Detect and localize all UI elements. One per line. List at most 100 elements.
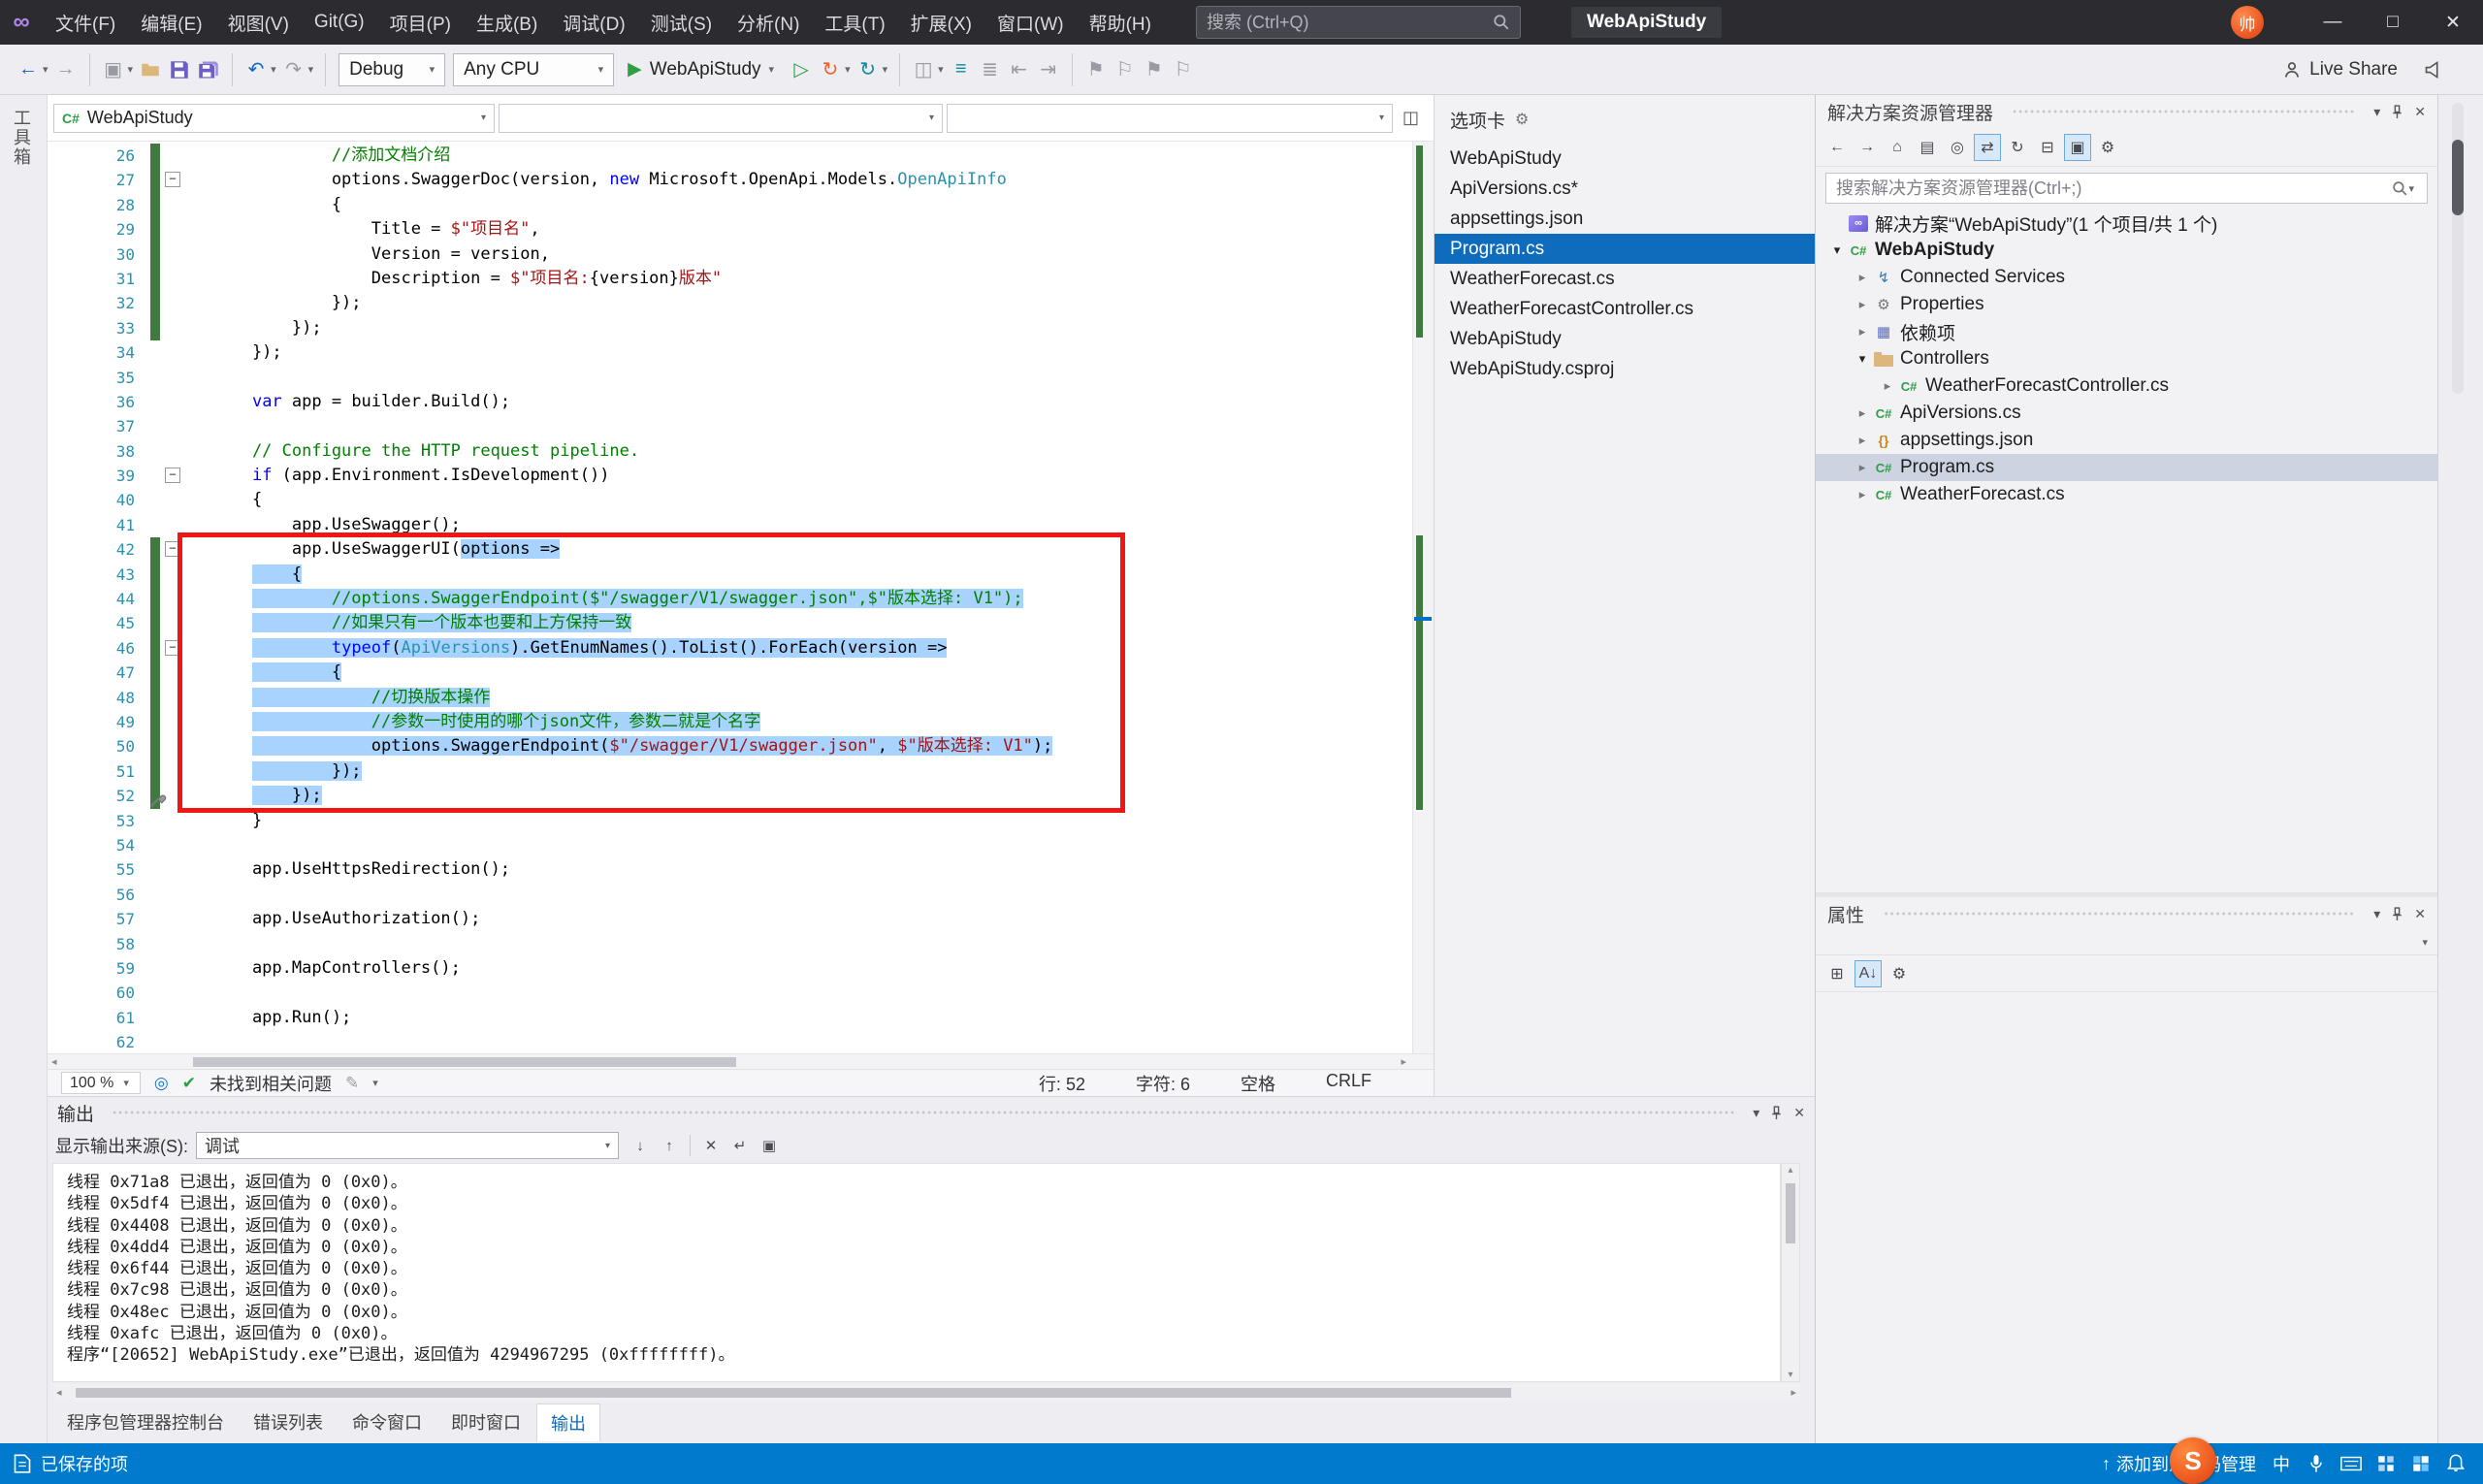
- code-line[interactable]: 42− app.UseSwaggerUI(options =>: [48, 537, 1434, 562]
- code-line[interactable]: 55 app.UseHttpsRedirection();: [48, 857, 1434, 882]
- chevron-down-icon[interactable]: ▾: [1753, 1105, 1759, 1121]
- quick-search-box[interactable]: [1196, 6, 1521, 39]
- quick-actions-icon[interactable]: [148, 790, 168, 814]
- code-line[interactable]: 34 });: [48, 340, 1434, 365]
- solution-configuration-dropdown[interactable]: Debug ▾: [339, 53, 445, 86]
- alphabetical-icon[interactable]: A↓: [1854, 960, 1882, 987]
- touch-keyboard-icon[interactable]: [2369, 1443, 2403, 1484]
- zoom-dropdown[interactable]: 100 % ▾: [61, 1072, 141, 1094]
- expanded-arrow-icon[interactable]: ▾: [1825, 242, 1849, 258]
- toggle-output-icon[interactable]: ▣: [756, 1133, 783, 1158]
- chevron-down-icon[interactable]: ▾: [2373, 104, 2380, 120]
- tool-window-tab[interactable]: 即时窗口: [437, 1403, 534, 1440]
- project-dropdown[interactable]: C# WebApiStudy ▾: [53, 104, 495, 133]
- document-tab[interactable]: appsettings.json: [1435, 204, 1815, 234]
- code-line[interactable]: 62: [48, 1030, 1434, 1053]
- fold-collapse-icon[interactable]: −: [165, 172, 180, 187]
- scroll-right-icon[interactable]: ▸: [1401, 1054, 1406, 1070]
- tree-item[interactable]: ▸▦依赖项: [1816, 318, 2437, 345]
- refresh-icon[interactable]: ↻: [2004, 134, 2031, 161]
- uncomment-button[interactable]: ≣: [976, 52, 1005, 87]
- properties-icon[interactable]: ⚙: [2094, 134, 2121, 161]
- word-wrap-icon[interactable]: ↵: [726, 1133, 754, 1158]
- pending-changes-filter-icon[interactable]: ◎: [1944, 134, 1971, 161]
- clear-all-icon[interactable]: ✕: [697, 1133, 725, 1158]
- tree-item[interactable]: ∞解决方案“WebApiStudy”(1 个项目/共 1 个): [1816, 210, 2437, 237]
- code-line[interactable]: 47 {: [48, 661, 1434, 685]
- output-vertical-scrollbar[interactable]: ▴ ▾: [1781, 1163, 1800, 1382]
- menu-item[interactable]: 生成(B): [464, 0, 550, 45]
- problems-status[interactable]: 未找到相关问题: [210, 1071, 332, 1096]
- hot-reload-button[interactable]: ↻: [816, 52, 845, 87]
- user-avatar[interactable]: 帅: [2231, 6, 2264, 39]
- switch-views-icon[interactable]: ▤: [1914, 134, 1941, 161]
- document-tab[interactable]: WebApiStudy: [1435, 324, 1815, 354]
- document-tab[interactable]: Program.cs: [1435, 234, 1815, 264]
- close-button[interactable]: ✕: [2423, 0, 2483, 45]
- code-editor[interactable]: 26 //添加文档介绍27− options.SwaggerDoc(versio…: [48, 142, 1434, 1053]
- keyboard-icon[interactable]: [2334, 1443, 2369, 1484]
- eol-indicator[interactable]: CRLF: [1326, 1071, 1371, 1096]
- close-icon[interactable]: ✕: [2414, 104, 2426, 120]
- collapsed-arrow-icon[interactable]: ▸: [1851, 460, 1874, 475]
- menu-item[interactable]: 工具(T): [812, 0, 897, 45]
- column-indicator[interactable]: 字符: 6: [1136, 1071, 1190, 1096]
- output-horizontal-scrollbar[interactable]: ◂ ▸: [52, 1384, 1800, 1402]
- member-dropdown[interactable]: ▾: [947, 104, 1393, 133]
- code-cleanup-icon[interactable]: ✎: [345, 1074, 359, 1093]
- restart-button[interactable]: ↻: [854, 52, 883, 87]
- back-dropdown-icon[interactable]: ▾: [43, 63, 48, 76]
- code-line[interactable]: 35: [48, 366, 1434, 390]
- scrollbar-thumb[interactable]: [1786, 1183, 1795, 1243]
- menu-item[interactable]: 窗口(W): [984, 0, 1077, 45]
- code-line[interactable]: 48 //切换版本操作: [48, 686, 1434, 710]
- collapse-all-icon[interactable]: ⊟: [2034, 134, 2061, 161]
- save-status[interactable]: 已保存的项: [0, 1451, 128, 1476]
- minimize-button[interactable]: —: [2303, 0, 2363, 45]
- ime-indicator[interactable]: 中: [2264, 1443, 2299, 1484]
- output-header[interactable]: 输出 ▾ ✕: [48, 1097, 1815, 1128]
- solution-platform-dropdown[interactable]: Any CPU ▾: [453, 53, 614, 86]
- scroll-down-icon[interactable]: ▾: [1782, 1370, 1799, 1380]
- expanded-arrow-icon[interactable]: ▾: [1851, 351, 1874, 367]
- chevron-down-icon[interactable]: ▾: [2408, 182, 2414, 195]
- code-line[interactable]: 44 //options.SwaggerEndpoint($"/swagger/…: [48, 587, 1434, 611]
- menu-item[interactable]: 项目(P): [377, 0, 464, 45]
- code-line[interactable]: 36 var app = builder.Build();: [48, 390, 1434, 414]
- save-all-button[interactable]: [194, 52, 223, 87]
- next-bookmark-button[interactable]: ⚑: [1140, 52, 1169, 87]
- start-debugging-button[interactable]: ▶ WebApiStudy ▾: [618, 52, 787, 87]
- properties-header[interactable]: 属性 ▾ ✕: [1816, 897, 2437, 930]
- document-tab[interactable]: WebApiStudy: [1435, 144, 1815, 174]
- new-window-button[interactable]: ▣: [99, 52, 128, 87]
- code-line[interactable]: 43 {: [48, 563, 1434, 587]
- code-line[interactable]: 31 Description = $"项目名:{version}版本": [48, 267, 1434, 291]
- health-indicator-icon[interactable]: ◎: [154, 1074, 169, 1093]
- collapsed-arrow-icon[interactable]: ▸: [1851, 297, 1874, 312]
- pin-icon[interactable]: [2390, 105, 2404, 119]
- solution-explorer-header[interactable]: 解决方案资源管理器 ▾ ✕: [1816, 95, 2437, 128]
- undo-button[interactable]: ↶: [242, 52, 271, 87]
- code-line[interactable]: 50 options.SwaggerEndpoint($"/swagger/V1…: [48, 734, 1434, 758]
- type-dropdown[interactable]: ▾: [499, 104, 943, 133]
- menu-item[interactable]: 帮助(H): [1077, 0, 1164, 45]
- back-icon[interactable]: ←: [1823, 134, 1851, 161]
- toggle-bookmark-button[interactable]: ⚑: [1081, 52, 1111, 87]
- line-indicator[interactable]: 行: 52: [1039, 1071, 1085, 1096]
- home-icon[interactable]: ⌂: [1884, 134, 1911, 161]
- tree-item[interactable]: ▸C#ApiVersions.cs: [1816, 400, 2437, 427]
- quick-search-input[interactable]: [1207, 13, 1493, 33]
- editor-horizontal-scrollbar[interactable]: ◂ ▸: [48, 1053, 1434, 1069]
- document-tab[interactable]: WebApiStudy.csproj: [1435, 354, 1815, 384]
- fold-collapse-icon[interactable]: −: [165, 468, 180, 483]
- collapsed-arrow-icon[interactable]: ▸: [1851, 324, 1874, 339]
- save-button[interactable]: [165, 52, 194, 87]
- code-line[interactable]: 37: [48, 414, 1434, 438]
- code-line[interactable]: 61 app.Run();: [48, 1006, 1434, 1030]
- undo-dropdown-icon[interactable]: ▾: [271, 63, 276, 76]
- collapsed-arrow-icon[interactable]: ▸: [1851, 487, 1874, 502]
- redo-dropdown-icon[interactable]: ▾: [308, 63, 314, 76]
- code-line[interactable]: 32 });: [48, 291, 1434, 315]
- code-line[interactable]: 56: [48, 883, 1434, 907]
- code-line[interactable]: 28 {: [48, 193, 1434, 217]
